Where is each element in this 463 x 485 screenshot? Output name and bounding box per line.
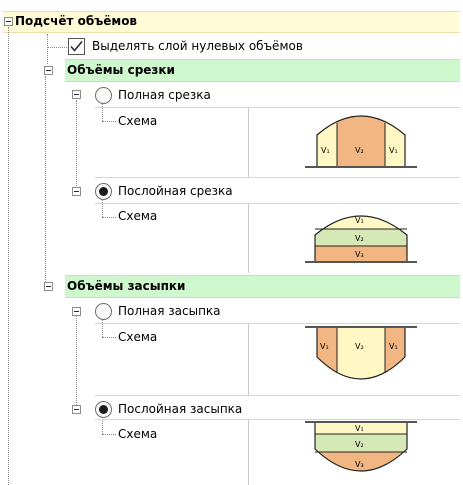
v2-region [337, 116, 385, 167]
layer-cut-radio[interactable] [95, 183, 112, 200]
v1-left-region [317, 116, 337, 167]
layer-fill-radio[interactable] [95, 401, 112, 418]
layer-cut-label[interactable]: Послойная срезка [118, 183, 233, 199]
collapse-cut-icon[interactable] [44, 66, 53, 75]
v3-label: V₃ [355, 460, 364, 469]
v2-label: V₂ [355, 146, 364, 155]
collapse-full-cut-icon[interactable] [72, 90, 81, 99]
full-cut-scheme: V₁ V₂ V₁ [305, 115, 417, 168]
tree-line [102, 197, 103, 217]
full-fill-scheme-label: Схема [118, 330, 158, 344]
checkbox-label[interactable]: Выделять слой нулевых объёмов [92, 38, 303, 54]
v1-label: V₁ [320, 342, 329, 351]
tree-line [102, 103, 103, 121]
tree-line [76, 316, 77, 411]
cut-group-title: Объёмы срезки [67, 63, 175, 77]
tree-line [8, 27, 9, 485]
layer-cut-scheme-label: Схема [118, 209, 158, 223]
v3-label: V₃ [355, 250, 364, 259]
column-separator [248, 107, 249, 177]
full-cut-label[interactable]: Полная срезка [118, 87, 211, 103]
collapse-fill-icon[interactable] [44, 282, 53, 291]
row-separator [95, 203, 460, 204]
v2-label: V₂ [355, 234, 364, 243]
column-separator [248, 323, 249, 395]
tree-line [102, 217, 116, 218]
collapse-layer-fill-icon[interactable] [72, 405, 81, 414]
v1-label: V₁ [389, 146, 398, 155]
tree-line [47, 47, 67, 48]
v1-left-region [317, 327, 337, 379]
v2-label: V₂ [355, 440, 364, 449]
layer-fill-label[interactable]: Послойная засыпка [118, 401, 242, 417]
checkmark-icon [70, 40, 83, 52]
v1-label: V₁ [355, 424, 364, 433]
tree-line [45, 76, 46, 286]
v1-label: V₁ [389, 342, 398, 351]
v2-label: V₂ [355, 342, 364, 351]
tree-line [47, 34, 48, 64]
tree-line [102, 337, 116, 338]
collapse-layer-cut-icon[interactable] [72, 187, 81, 196]
v1-right-region [385, 327, 405, 379]
row-separator [95, 395, 460, 396]
full-fill-scheme: V₁ V₂ V₁ [305, 326, 417, 380]
full-cut-scheme-label: Схема [118, 114, 158, 128]
full-fill-label[interactable]: Полная засыпка [118, 303, 221, 319]
v1-right-region [385, 116, 405, 167]
collapse-full-fill-icon[interactable] [72, 307, 81, 316]
tree-line [102, 434, 116, 435]
v1-label: V₁ [355, 216, 364, 225]
column-separator [248, 419, 249, 485]
row-separator [95, 177, 460, 178]
column-separator [248, 203, 249, 273]
tree-line [76, 100, 77, 188]
fill-group-title: Объёмы засыпки [67, 279, 186, 293]
collapse-section-icon[interactable] [4, 17, 13, 26]
full-fill-radio[interactable] [95, 303, 112, 320]
zero-volume-checkbox[interactable] [68, 38, 85, 55]
v1-label: V₁ [321, 146, 330, 155]
section-title: Подсчёт объёмов [15, 14, 138, 28]
row-separator [95, 107, 460, 108]
layer-cut-scheme: V₁ V₂ V₃ [305, 215, 417, 263]
tree-line [102, 121, 116, 122]
layer-fill-scheme: V₁ V₂ V₃ [305, 421, 417, 472]
full-cut-radio[interactable] [95, 87, 112, 104]
layer-fill-scheme-label: Схема [118, 427, 158, 441]
